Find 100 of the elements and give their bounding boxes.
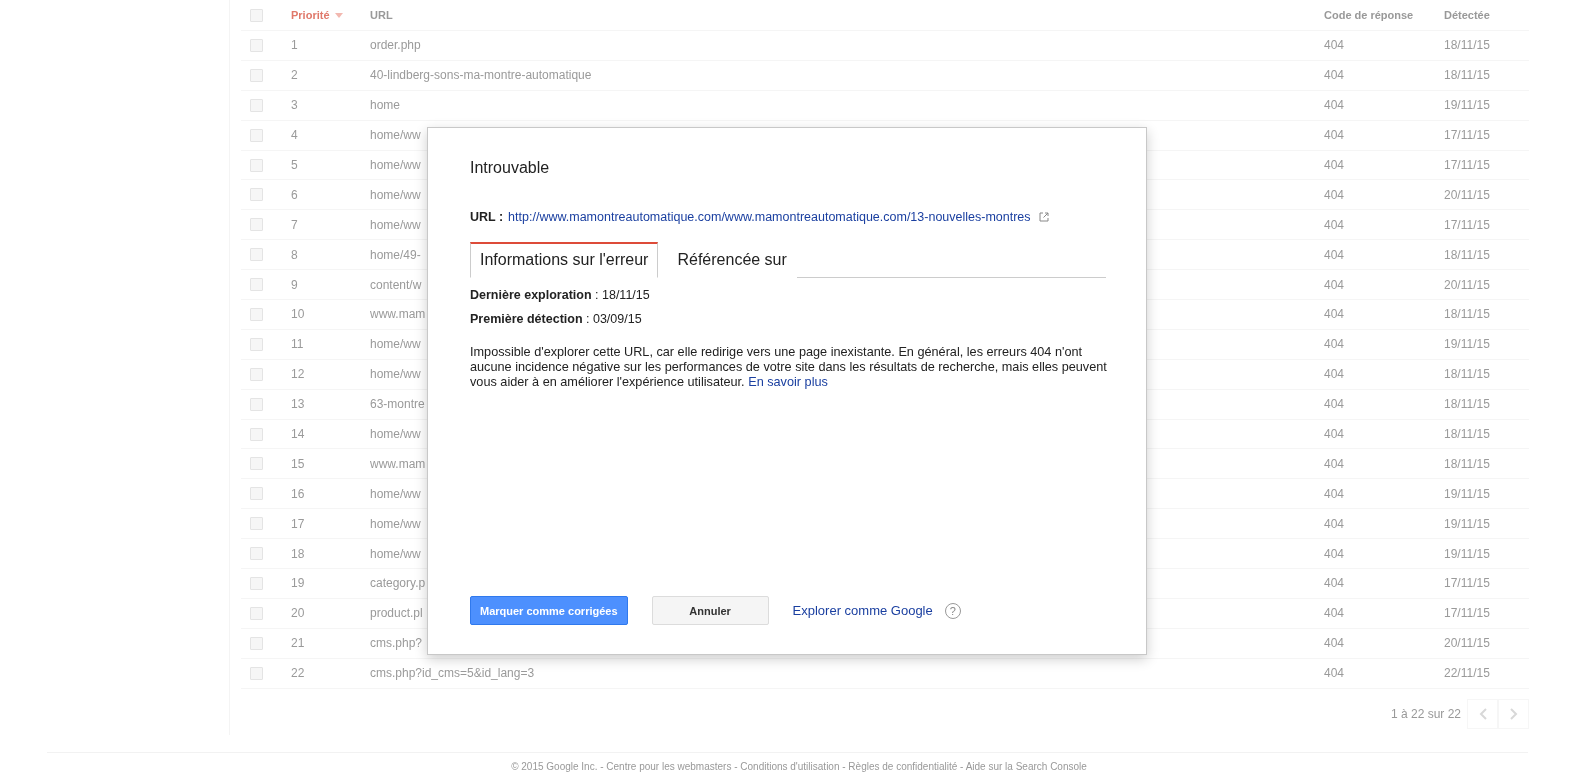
pagination-text: 1 à 22 sur 22	[1390, 706, 1461, 721]
response-code-cell-text: 404	[1324, 546, 1346, 561]
response-code-cell-text: 404	[1324, 427, 1346, 441]
checkbox[interactable]	[250, 68, 263, 82]
learn-more-link[interactable]: En savoir plus	[748, 375, 828, 389]
checkbox[interactable]	[250, 248, 263, 262]
fetch-as-google-link[interactable]: Explorer comme Google	[792, 603, 933, 618]
response-code-cell-text: 404	[1324, 456, 1346, 471]
date-cell-text: 19/11/15	[1444, 98, 1491, 113]
checkbox[interactable]	[250, 158, 263, 172]
response-code-cell-text: 404	[1324, 606, 1346, 621]
priority-cell-text: 14	[291, 427, 306, 441]
checkbox[interactable]	[250, 427, 263, 441]
checkbox[interactable]	[250, 8, 263, 22]
mark-fixed-button[interactable]: Marquer comme corrigées	[470, 596, 628, 625]
date-cell-text: 18/11/15	[1444, 38, 1491, 53]
response-code-cell-text: 404	[1324, 187, 1346, 202]
response-code-cell-text: 404	[1324, 277, 1346, 292]
response-code-cell-text: 404	[1324, 217, 1346, 232]
response-code-cell-text: 404	[1324, 158, 1346, 172]
date-cell-text: 18/11/15	[1444, 456, 1491, 471]
url-cell[interactable]: cms.php?id_cms=5&id_lang=3	[370, 666, 1324, 681]
date-cell-text: 18/11/15	[1444, 367, 1491, 382]
priority-cell-text: 3	[291, 98, 299, 113]
url-cell[interactable]: 40-lindberg-sons-ma-montre-automatique	[370, 68, 1324, 83]
date-cell-text: 17/11/15	[1444, 158, 1491, 172]
priority-cell-text: 20	[291, 606, 306, 621]
response-code-cell-text: 404	[1324, 636, 1346, 651]
external-link-icon[interactable]	[1038, 212, 1049, 222]
column-header[interactable]: Code de réponse	[1324, 9, 1444, 21]
priority-cell-text: 11	[291, 337, 305, 352]
checkbox[interactable]	[250, 188, 263, 202]
tab[interactable]: Informations sur l'erreur	[470, 242, 659, 278]
date-cell-text: 17/11/15	[1444, 576, 1491, 591]
chevron-left-icon	[1478, 707, 1487, 720]
response-code-cell-text: 404	[1324, 68, 1346, 83]
date-cell-text: 20/11/15	[1444, 277, 1491, 292]
response-code-cell-text: 404	[1324, 666, 1346, 681]
priority-cell-text: 17	[291, 516, 306, 531]
priority-cell-text: 2	[291, 68, 299, 83]
column-header[interactable]: Priorité	[291, 9, 370, 21]
date-cell-text: 18/11/15	[1444, 247, 1491, 262]
priority-cell-text: 18	[291, 546, 306, 561]
checkbox[interactable]	[250, 38, 263, 52]
date-cell-text: 19/11/15	[1444, 516, 1491, 531]
checkbox[interactable]	[250, 397, 263, 411]
priority-cell-text: 4	[291, 128, 299, 143]
column-header[interactable]: URL	[370, 9, 1324, 21]
priority-cell-text: 12	[291, 367, 306, 382]
response-code-cell-text: 404	[1324, 576, 1346, 591]
checkbox[interactable]	[250, 457, 263, 471]
response-code-cell-text: 404	[1324, 307, 1346, 322]
priority-cell-text: 13	[291, 397, 306, 412]
priority-cell-text: 5	[291, 158, 299, 172]
checkbox[interactable]	[250, 98, 263, 112]
url-link[interactable]: http://www.mamontreautomatique.com/www.mamontreautomatique.com/13-nouvelles-montres	[508, 210, 1031, 224]
date-cell-text: 20/11/15	[1444, 636, 1491, 651]
url-label: URL :	[470, 210, 504, 224]
checkbox[interactable]	[250, 337, 263, 351]
date-cell-text: 18/11/15	[1444, 397, 1491, 412]
checkbox[interactable]	[250, 367, 263, 381]
url-cell[interactable]: home	[370, 98, 1324, 113]
date-cell-text: 19/11/15	[1444, 486, 1491, 501]
priority-cell-text: 15	[291, 456, 306, 471]
response-code-cell-text: 404	[1324, 486, 1346, 501]
checkbox[interactable]	[250, 218, 263, 232]
checkbox[interactable]	[250, 307, 263, 321]
date-cell-text: 17/11/15	[1444, 217, 1491, 232]
priority-cell-text: 21	[291, 636, 306, 651]
checkbox[interactable]	[250, 517, 263, 531]
response-code-cell-text: 404	[1324, 38, 1346, 53]
priority-cell-text: 10	[291, 307, 306, 322]
checkbox[interactable]	[250, 278, 263, 292]
checkbox[interactable]	[250, 576, 263, 590]
priority-cell-text: 16	[291, 486, 306, 501]
date-cell-text: 22/11/15	[1444, 666, 1491, 681]
checkbox[interactable]	[250, 547, 263, 561]
response-code-cell-text: 404	[1324, 247, 1346, 262]
next-page-button[interactable]	[1498, 698, 1529, 729]
checkbox[interactable]	[250, 487, 263, 501]
checkbox[interactable]	[250, 128, 263, 142]
checkbox[interactable]	[250, 636, 263, 650]
checkbox[interactable]	[250, 666, 263, 680]
date-cell-text: 18/11/15	[1444, 307, 1491, 322]
response-code-cell-text: 404	[1324, 337, 1346, 352]
response-code-cell-text: 404	[1324, 516, 1346, 531]
priority-cell-text: 1	[291, 38, 299, 53]
cancel-button[interactable]: Annuler	[651, 596, 769, 625]
priority-cell-text: 8	[291, 247, 299, 262]
column-header[interactable]: Détectée	[1444, 9, 1529, 21]
response-code-cell-text: 404	[1324, 367, 1346, 382]
priority-cell-text: 9	[291, 277, 299, 292]
date-cell-text: 17/11/15	[1444, 128, 1491, 143]
url-cell[interactable]: order.php	[370, 38, 1324, 53]
previous-page-button[interactable]	[1467, 698, 1498, 729]
priority-cell-text: 6	[291, 187, 299, 202]
date-cell-text: 18/11/15	[1444, 427, 1491, 441]
checkbox[interactable]	[250, 606, 263, 620]
priority-cell-text: 7	[291, 217, 299, 232]
response-code-cell-text: 404	[1324, 98, 1346, 113]
